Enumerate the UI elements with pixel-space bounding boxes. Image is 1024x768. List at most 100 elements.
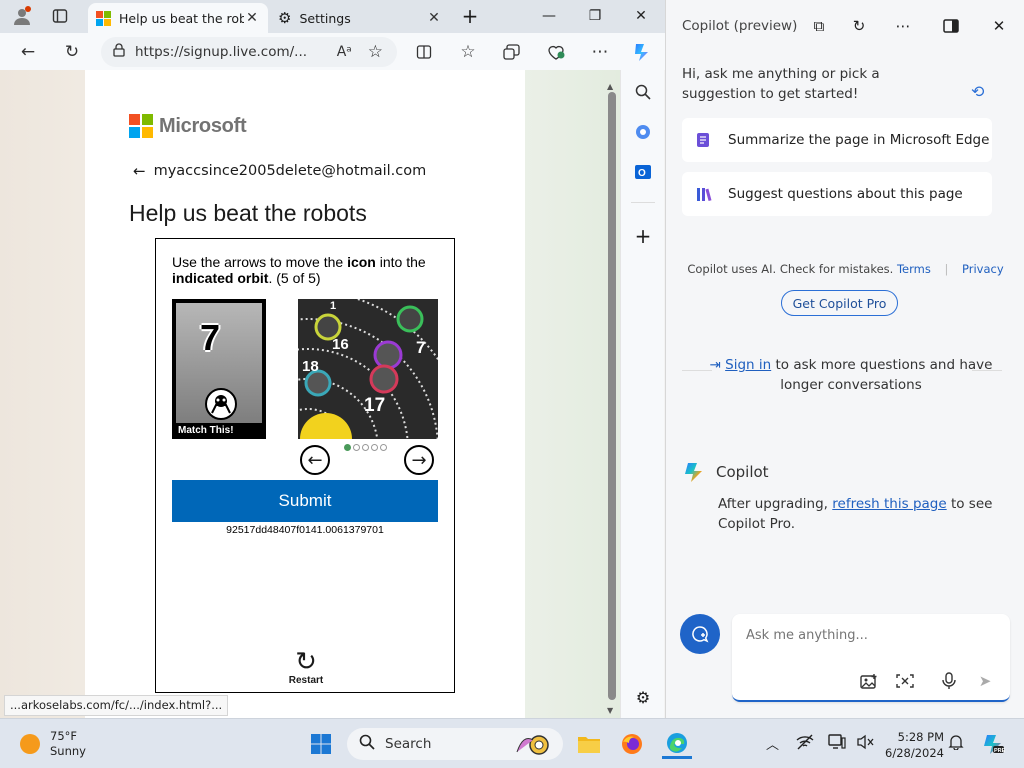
- profile-icon[interactable]: [10, 5, 34, 27]
- page-scrollbar[interactable]: ▲ ▼: [605, 82, 619, 715]
- puzzle-instructions: Use the arrows to move the icon into the…: [172, 254, 426, 286]
- display-icon[interactable]: [828, 734, 846, 754]
- svg-text:O: O: [638, 168, 646, 179]
- gear-icon: ⚙: [278, 9, 292, 27]
- taskbar-search[interactable]: Search: [347, 728, 563, 760]
- tab-label: Help us beat the robots: [119, 10, 244, 26]
- microphone-icon[interactable]: [938, 670, 960, 692]
- signin-link[interactable]: Sign in: [725, 357, 771, 373]
- firefox-icon[interactable]: [617, 729, 647, 759]
- network-offline-icon[interactable]: [796, 734, 814, 754]
- progress-dot: [362, 444, 369, 451]
- copilot-taskbar-icon[interactable]: PRE: [978, 729, 1008, 759]
- back-to-email[interactable]: ← myaccsince2005delete@hotmail.com: [133, 162, 426, 180]
- suggestion-label: Suggest questions about this page: [728, 186, 963, 202]
- scrollbar-thumb[interactable]: [608, 92, 616, 700]
- svg-text:17: 17: [364, 395, 385, 416]
- system-clock[interactable]: 5:28 PM 6/28/2024: [884, 729, 944, 761]
- tab-help-us-beat-the-robots[interactable]: Help us beat the robots ✕: [88, 3, 268, 33]
- scroll-down-icon[interactable]: ▼: [607, 706, 613, 715]
- signin-prompt: ⇥ Sign in to ask more questions and have…: [709, 357, 993, 393]
- copilot-more-icon[interactable]: ⋯: [890, 14, 916, 38]
- new-suggestions-icon[interactable]: ⟲: [971, 82, 984, 101]
- notifications-icon[interactable]: [948, 734, 964, 754]
- browser-essentials-icon[interactable]: [542, 39, 570, 65]
- session-id: 92517dd48407f0141.0061379701: [226, 524, 384, 536]
- add-sidebar-app-icon[interactable]: +: [631, 224, 655, 248]
- tab-bar: Help us beat the robots ✕ ⚙ Settings ✕ +…: [0, 0, 665, 33]
- microsoft-logo-icon: [129, 114, 153, 138]
- split-screen-icon[interactable]: [410, 39, 438, 65]
- copilot-name: Copilot: [716, 463, 769, 481]
- ask-box: ➤: [732, 614, 1010, 702]
- search-icon[interactable]: [631, 80, 655, 104]
- weather-condition: Sunny: [50, 744, 86, 758]
- back-icon[interactable]: ←: [14, 39, 42, 65]
- status-bar-link: ...arkoselabs.com/fc/.../index.html?...: [4, 695, 229, 716]
- favorite-star-icon[interactable]: ☆: [368, 42, 383, 62]
- minimize-icon[interactable]: —: [526, 0, 572, 32]
- tab-actions-icon[interactable]: [48, 5, 72, 27]
- svg-text:18: 18: [302, 358, 319, 375]
- scroll-up-icon[interactable]: ▲: [607, 82, 613, 91]
- sidebar-settings-icon[interactable]: ⚙: [631, 685, 655, 709]
- weather-widget[interactable]: 75°F Sunny: [20, 729, 86, 759]
- favorites-icon[interactable]: ☆: [454, 39, 482, 65]
- edge-icon[interactable]: [662, 729, 692, 759]
- page-viewport: Microsoft ← myaccsince2005delete@hotmail…: [0, 70, 620, 718]
- shopping-icon[interactable]: [631, 120, 655, 144]
- submit-button[interactable]: Submit: [172, 480, 438, 522]
- open-in-new-tab-icon[interactable]: ⧉: [806, 14, 832, 38]
- file-explorer-icon[interactable]: [574, 729, 604, 759]
- close-tab-icon[interactable]: ✕: [244, 10, 260, 26]
- tab-settings[interactable]: ⚙ Settings ✕: [270, 3, 450, 33]
- more-options-icon[interactable]: ⋯: [586, 39, 614, 65]
- show-hidden-icons-icon[interactable]: ︿: [766, 734, 779, 753]
- rotate-right-button[interactable]: →: [404, 445, 434, 475]
- match-number: 7: [200, 317, 221, 358]
- copilot-logo-icon: [685, 463, 702, 482]
- screenshot-icon[interactable]: [894, 670, 916, 692]
- account-email: myaccsince2005delete@hotmail.com: [153, 163, 427, 179]
- restart-button[interactable]: ↻ Restart: [271, 649, 341, 686]
- date: 6/28/2024: [885, 746, 944, 760]
- suggestion-summarize[interactable]: Summarize the page in Microsoft Edge: [682, 118, 992, 162]
- progress-dots: [344, 444, 387, 451]
- privacy-link[interactable]: Privacy: [962, 262, 1004, 276]
- refresh-page-link[interactable]: refresh this page: [832, 496, 946, 512]
- windows-favicon-icon: [96, 10, 111, 26]
- close-copilot-icon[interactable]: ✕: [986, 14, 1012, 38]
- new-topic-button[interactable]: [680, 614, 720, 654]
- suggestion-label: Summarize the page in Microsoft Edge: [728, 132, 990, 148]
- volume-muted-icon[interactable]: [856, 734, 874, 754]
- edge-sidebar-rail: O + ⚙: [620, 70, 664, 718]
- restart-icon[interactable]: ↻: [271, 649, 341, 675]
- terms-link[interactable]: Terms: [897, 262, 931, 276]
- dock-pane-icon[interactable]: [938, 14, 964, 38]
- ask-input[interactable]: [746, 628, 996, 643]
- copilot-refresh-icon[interactable]: ↻: [846, 14, 872, 38]
- rail-divider: [631, 202, 655, 203]
- address-bar[interactable]: https://signup.live.com/... Aᵃ ☆: [101, 37, 397, 67]
- get-copilot-pro-button[interactable]: Get Copilot Pro: [781, 290, 898, 316]
- outlook-icon[interactable]: O: [631, 160, 655, 184]
- svg-text:7: 7: [416, 338, 425, 357]
- close-window-icon[interactable]: ✕: [618, 0, 664, 32]
- start-button-icon[interactable]: [306, 729, 336, 759]
- copilot-toolbar-icon[interactable]: [628, 39, 656, 65]
- read-aloud-icon[interactable]: Aᵃ: [337, 44, 352, 60]
- rotate-left-button[interactable]: ←: [300, 445, 330, 475]
- restore-icon[interactable]: ❐: [572, 0, 618, 32]
- refresh-icon[interactable]: ↻: [58, 39, 86, 65]
- suggestion-questions[interactable]: Suggest questions about this page: [682, 172, 992, 216]
- windows-taskbar: 75°F Sunny Search ︿ 5:28 PM 6/28/2024 PR…: [0, 718, 1024, 768]
- svg-text:16: 16: [332, 336, 349, 353]
- new-tab-icon[interactable]: +: [458, 4, 482, 28]
- ai-disclaimer: Copilot uses AI. Check for mistakes. Ter…: [687, 262, 1004, 276]
- back-arrow-icon[interactable]: ←: [133, 162, 146, 180]
- captcha-puzzle: Use the arrows to move the icon into the…: [155, 238, 455, 693]
- add-image-icon[interactable]: [858, 670, 880, 692]
- send-icon[interactable]: ➤: [974, 670, 996, 692]
- collections-icon[interactable]: [498, 39, 526, 65]
- close-tab-icon[interactable]: ✕: [426, 10, 442, 26]
